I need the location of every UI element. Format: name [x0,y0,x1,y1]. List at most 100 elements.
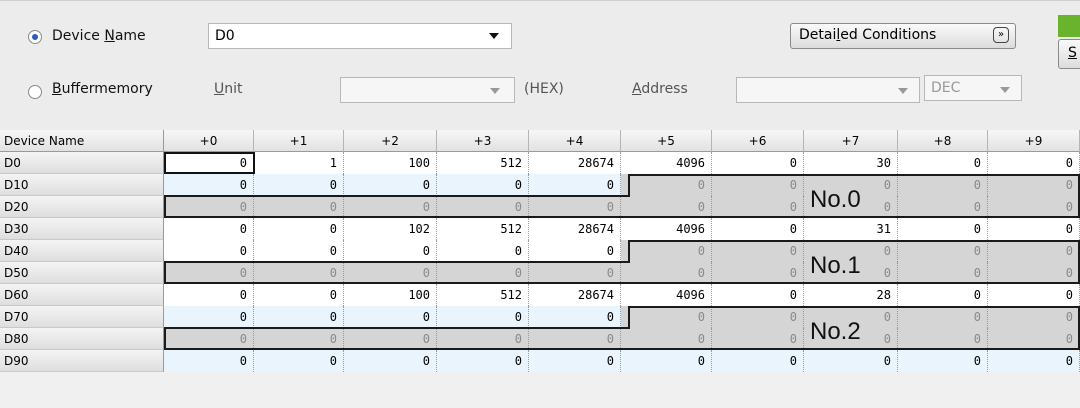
row-header[interactable]: D60 [0,284,164,306]
table-cell[interactable]: 0 [712,262,804,284]
table-cell[interactable]: 0 [164,306,254,328]
table-cell[interactable]: 0 [712,152,804,174]
table-cell[interactable]: 28674 [529,152,621,174]
table-cell[interactable]: 0 [988,152,1080,174]
column-header[interactable]: +8 [898,130,988,152]
buffermemory-radio[interactable] [28,85,42,99]
table-cell[interactable]: 0 [988,306,1080,328]
cut-off-button[interactable]: S [1058,39,1080,69]
detailed-conditions-button[interactable]: Detailed Conditions » [790,23,1016,49]
table-cell[interactable]: 0 [804,350,898,372]
table-cell[interactable]: 0 [344,174,437,196]
table-cell[interactable]: 0 [437,350,529,372]
table-cell[interactable]: 4096 [621,284,712,306]
table-cell[interactable]: 0 [254,306,344,328]
table-cell[interactable]: 0 [164,196,254,218]
table-cell[interactable]: 0 [712,306,804,328]
row-header[interactable]: D90 [0,350,164,372]
row-header[interactable]: D30 [0,218,164,240]
table-cell[interactable]: 4096 [621,218,712,240]
table-cell[interactable]: 100 [344,284,437,306]
table-cell[interactable]: 0 [988,174,1080,196]
table-cell[interactable]: 0 [344,240,437,262]
column-header[interactable]: +5 [621,130,712,152]
table-cell[interactable]: 0 [529,328,621,350]
table-cell[interactable]: 0 [988,284,1080,306]
table-cell[interactable]: 0 [898,196,988,218]
device-name-radio[interactable] [28,30,42,44]
column-header[interactable]: +6 [712,130,804,152]
table-cell[interactable]: 0 [529,240,621,262]
table-cell[interactable]: 0 [898,284,988,306]
table-cell[interactable]: 0 [529,174,621,196]
table-cell[interactable]: 102 [344,218,437,240]
table-cell[interactable]: 0 [344,262,437,284]
table-cell[interactable]: 0 [621,306,712,328]
table-cell[interactable]: 0 [529,306,621,328]
table-cell[interactable]: 0 [254,262,344,284]
row-header[interactable]: D20 [0,196,164,218]
table-cell[interactable]: 0 [898,262,988,284]
table-cell[interactable]: 0 [621,196,712,218]
row-header[interactable]: D50 [0,262,164,284]
table-cell[interactable]: 28674 [529,218,621,240]
table-cell[interactable]: 0 [712,328,804,350]
chevron-down-icon[interactable] [1000,87,1010,93]
table-cell[interactable]: 0 [621,262,712,284]
table-cell[interactable]: 0 [254,218,344,240]
table-cell[interactable]: 0 [712,196,804,218]
table-cell[interactable]: 0 [344,306,437,328]
table-cell[interactable]: 0 [254,328,344,350]
table-cell[interactable]: 0 [164,350,254,372]
table-cell[interactable]: 0 [898,152,988,174]
table-cell[interactable]: 0 [437,196,529,218]
table-cell[interactable]: 0 [437,174,529,196]
column-header[interactable]: +7 [804,130,898,152]
table-cell[interactable]: 0 [621,174,712,196]
column-header[interactable]: +1 [254,130,344,152]
table-cell[interactable]: 0 [621,350,712,372]
device-name-combobox[interactable]: D0 [208,23,512,49]
table-cell[interactable]: 0 [712,240,804,262]
table-cell[interactable]: 0 [254,196,344,218]
table-cell[interactable]: 0 [529,262,621,284]
table-cell[interactable]: 512 [437,152,529,174]
table-cell[interactable]: 0 [164,218,254,240]
table-cell[interactable]: 0 [898,306,988,328]
column-header[interactable]: +9 [988,130,1080,152]
chevron-down-icon[interactable] [489,33,499,39]
table-cell[interactable]: 0 [164,240,254,262]
chevron-down-icon[interactable] [490,88,500,94]
table-cell[interactable]: 0 [164,262,254,284]
column-header[interactable]: +3 [437,130,529,152]
table-cell[interactable]: 0 [344,328,437,350]
unit-combobox[interactable] [340,77,515,103]
table-cell[interactable]: 0 [988,262,1080,284]
column-header[interactable]: +4 [529,130,621,152]
row-header[interactable]: D40 [0,240,164,262]
table-cell[interactable]: 0 [254,174,344,196]
table-cell[interactable]: 0 [164,174,254,196]
table-cell[interactable]: 0 [898,174,988,196]
table-cell[interactable]: 512 [437,218,529,240]
table-cell[interactable]: 0 [712,284,804,306]
table-cell[interactable]: 0 [529,350,621,372]
table-cell[interactable]: 30 [804,152,898,174]
table-cell[interactable]: 0 [437,306,529,328]
table-cell[interactable]: 0 [988,328,1080,350]
table-cell[interactable]: 0 [437,262,529,284]
table-cell[interactable]: 0 [437,328,529,350]
table-cell[interactable]: 0 [254,350,344,372]
table-cell[interactable]: 0 [621,240,712,262]
table-cell[interactable]: 0 [712,174,804,196]
table-cell[interactable]: 4096 [621,152,712,174]
table-cell[interactable]: 0 [988,218,1080,240]
column-header[interactable]: +0 [164,130,254,152]
table-cell[interactable]: 0 [898,328,988,350]
table-cell[interactable]: 0 [254,284,344,306]
table-cell[interactable]: 0 [988,196,1080,218]
table-cell[interactable]: 0 [898,240,988,262]
table-cell[interactable]: 0 [254,240,344,262]
table-cell[interactable]: 0 [988,240,1080,262]
chevron-down-icon[interactable] [898,88,908,94]
